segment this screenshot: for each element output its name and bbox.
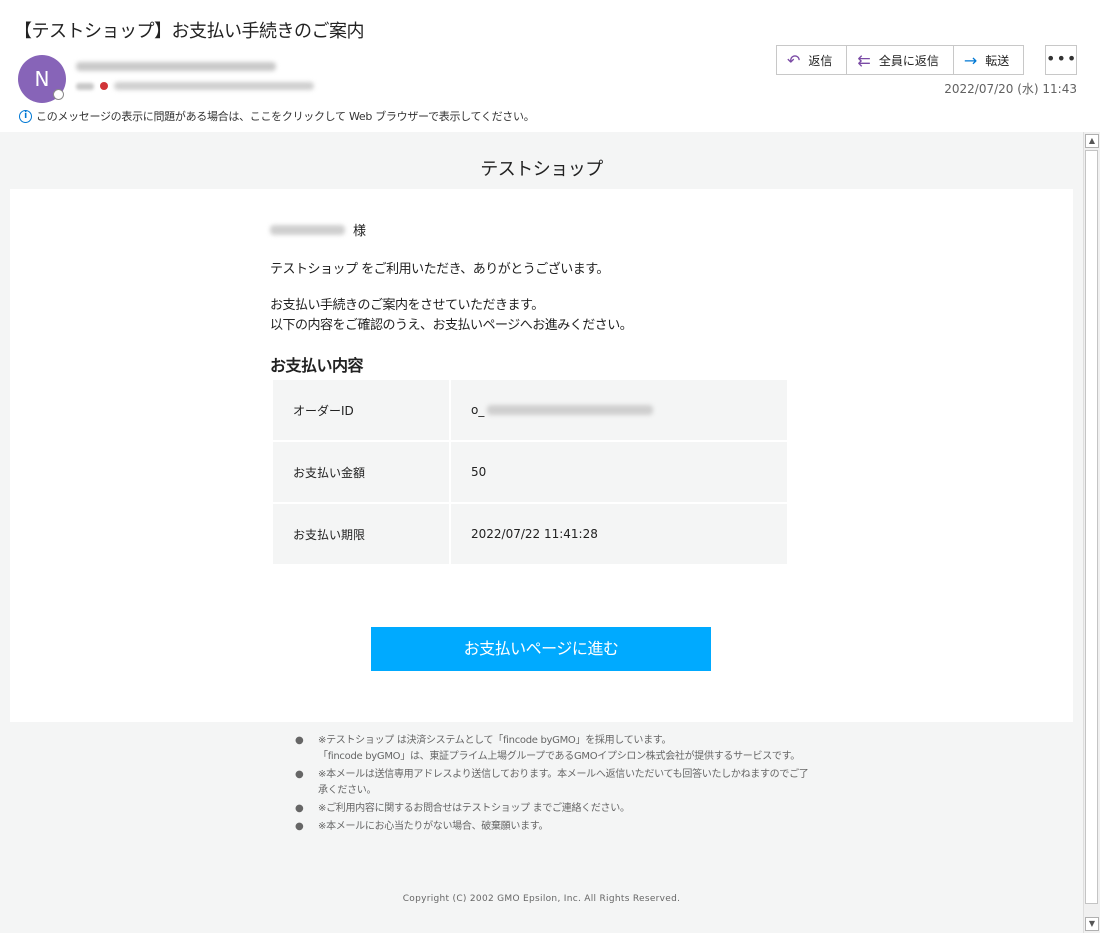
deadline-label: お支払い期限 <box>273 504 449 564</box>
order-id-prefix: o_ <box>471 403 485 417</box>
presence-status-icon <box>53 89 64 100</box>
list-item: ● ※テストショップ は決済システムとして「fincode byGMO」を採用して… <box>295 735 672 746</box>
recipient-redacted[interactable] <box>114 82 314 90</box>
reply-all-arrow-icon: ⇇ <box>857 50 871 70</box>
table-row: オーダーID o_ <box>273 380 787 440</box>
email-subject: 【テストショップ】お支払い手続きのご案内 <box>14 21 365 42</box>
payment-details-title: お支払い内容 <box>270 356 364 375</box>
recipient-status-icon <box>100 82 108 90</box>
info-bar[interactable]: i このメッセージの表示に問題がある場合は、ここをクリックして Web ブラウザ… <box>19 108 535 124</box>
reply-all-label: 全員に返信 <box>878 53 939 68</box>
copyright-text: Copyright (C) 2002 GMO Epsilon, Inc. All… <box>402 894 681 904</box>
thanks-text: テストショップ をご利用いただき、ありがとうございます。 <box>270 262 609 277</box>
list-item: ● ※ご利用内容に関するお問合せはテストショップ までご連絡ください。 <box>295 803 630 814</box>
table-row: お支払い金額 50 <box>273 442 787 502</box>
payment-details-table: オーダーID o_ お支払い金額 50 お支払い期限 2022/07/22 11… <box>271 378 789 566</box>
vertical-scrollbar[interactable]: ▲ ▼ <box>1083 132 1100 933</box>
reply-all-button[interactable]: ⇇ 全員に返信 <box>847 46 954 74</box>
received-date: 2022/07/20 (水) 11:43 <box>944 82 1077 96</box>
list-item: ● ※本メールにお心当たりがない場合、破棄願います。 <box>295 821 549 832</box>
amount-label: お支払い金額 <box>273 442 449 502</box>
guide-text-line1: お支払い手続きのご案内をさせていただきます。 <box>270 298 544 313</box>
table-row: お支払い期限 2022/07/22 11:41:28 <box>273 504 787 564</box>
order-id-redacted <box>487 405 654 415</box>
scrollbar-thumb[interactable] <box>1085 150 1098 904</box>
amount-value: 50 <box>451 442 787 502</box>
reply-button[interactable]: ↶ 返信 <box>777 46 848 74</box>
more-actions-button[interactable]: ••• <box>1045 45 1077 75</box>
message-actions: ↶ 返信 ⇇ 全員に返信 → 転送 <box>776 45 1025 75</box>
list-item: 「fincode byGMO」は、東証プライム上場グループであるGMOイプシロン… <box>318 751 800 762</box>
order-id-value: o_ <box>451 380 787 440</box>
scroll-up-arrow-icon[interactable]: ▲ <box>1085 134 1099 148</box>
deadline-value: 2022/07/22 11:41:28 <box>451 504 787 564</box>
customer-name-redacted <box>270 224 345 235</box>
forward-arrow-icon: → <box>963 50 978 70</box>
reply-label: 返信 <box>808 53 833 68</box>
forward-button[interactable]: → 転送 <box>954 46 1023 74</box>
recipient-line <box>76 80 314 92</box>
info-bar-text[interactable]: このメッセージの表示に問題がある場合は、ここをクリックして Web ブラウザーで… <box>36 108 535 124</box>
salutation-suffix: 様 <box>353 224 367 239</box>
shop-name-heading: テストショップ <box>480 159 603 180</box>
to-label-redacted <box>76 82 94 90</box>
reply-arrow-icon: ↶ <box>787 50 801 70</box>
sender-name-redacted[interactable] <box>76 62 276 71</box>
order-id-label: オーダーID <box>273 380 449 440</box>
notes-list: ● ※テストショップ は決済システムとして「fincode byGMO」を採用して… <box>295 733 815 837</box>
forward-label: 転送 <box>985 53 1010 68</box>
list-item: ● ※本メールは送信専用アドレスより送信しております。本メールへ返信いただいても回… <box>295 769 809 796</box>
guide-text-line2: 以下の内容をご確認のうえ、お支払いページへお進みください。 <box>270 318 633 333</box>
info-icon: i <box>19 109 32 123</box>
salutation: 様 <box>270 220 366 239</box>
go-to-payment-button[interactable]: お支払いページに進む <box>371 627 711 671</box>
scroll-down-arrow-icon[interactable]: ▼ <box>1085 917 1099 931</box>
